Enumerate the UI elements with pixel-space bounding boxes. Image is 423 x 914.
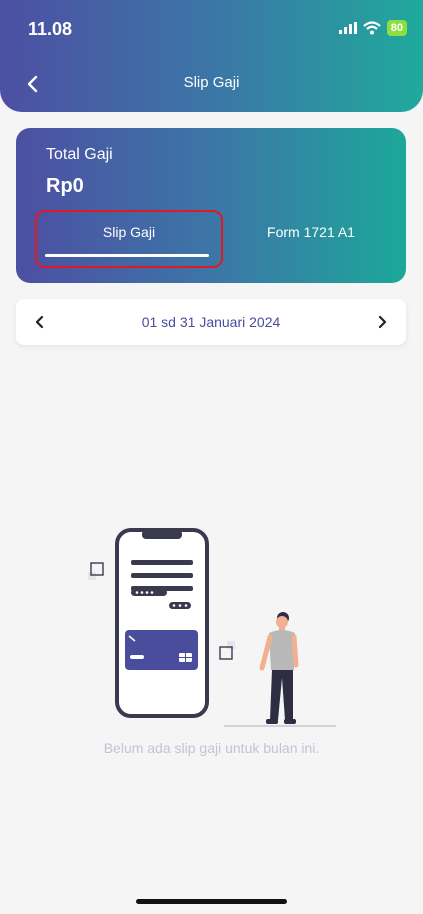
empty-state-message: Belum ada slip gaji untuk bulan ini. bbox=[103, 740, 320, 756]
status-icons: 80 bbox=[338, 20, 407, 36]
total-salary-amount: Rp0 bbox=[46, 175, 84, 197]
page-title: Slip Gaji bbox=[183, 74, 240, 91]
wifi-icon bbox=[363, 21, 381, 35]
app-header: 11.08 80 Slip Gaji bbox=[0, 0, 423, 112]
home-indicator[interactable] bbox=[136, 899, 287, 904]
signal-icon bbox=[338, 22, 357, 34]
tab-form-label: Form 1721 A1 bbox=[267, 224, 355, 240]
period-label: 01 sd 31 Januari 2024 bbox=[141, 314, 281, 330]
empty-state-illustration bbox=[88, 528, 336, 727]
status-time: 11.08 bbox=[28, 19, 73, 39]
tab-form-1721-a1[interactable]: Form 1721 A1 bbox=[226, 224, 396, 240]
status-bar: 11.08 80 bbox=[0, 0, 423, 60]
salary-summary-card: Total Gaji Rp0 Slip Gaji Form 1721 A1 bbox=[16, 128, 406, 283]
chevron-right-icon[interactable] bbox=[372, 312, 392, 332]
tab-slip-gaji[interactable]: Slip Gaji bbox=[35, 210, 223, 268]
highlight-box bbox=[35, 210, 223, 268]
battery-indicator: 80 bbox=[386, 20, 407, 36]
period-selector: 01 sd 31 Januari 2024 bbox=[16, 299, 406, 345]
total-salary-label: Total Gaji bbox=[46, 146, 113, 163]
